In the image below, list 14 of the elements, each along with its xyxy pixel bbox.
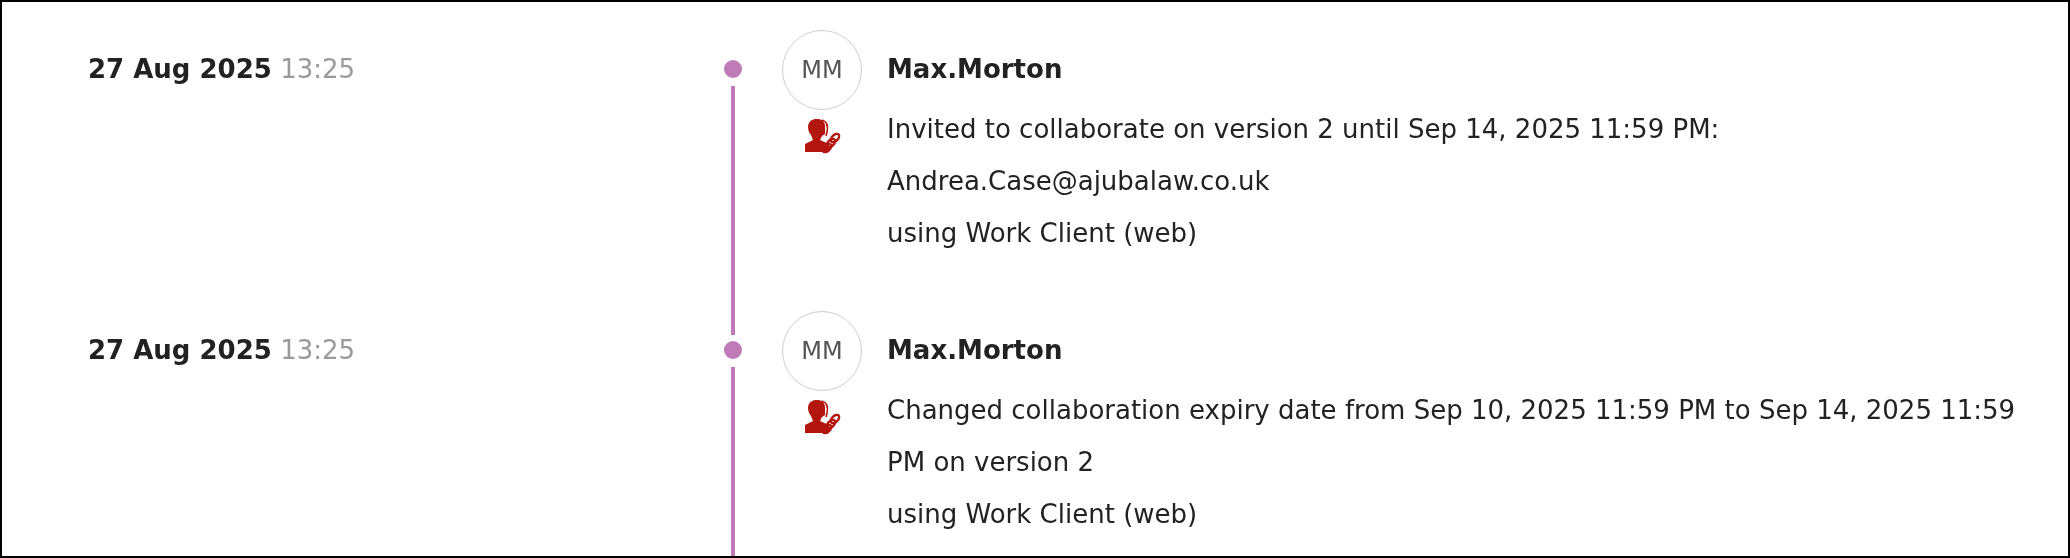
user-name: Max.Morton: [887, 334, 1064, 367]
activity-description: using Work Client (web): [887, 217, 1199, 250]
activity-description: using Work Client (web): [887, 498, 1199, 531]
timeline-dot: [724, 60, 742, 78]
activity-description: Invited to collaborate on version 2 until Sep 14, 2025 11:59 PM:: [887, 113, 1721, 146]
person-link-icon: [802, 116, 842, 156]
timeline-dot: [724, 341, 742, 359]
activity-time: 13:25: [280, 54, 356, 84]
user-name: Max.Morton: [887, 53, 1064, 86]
activity-date: 27 Aug 2025: [88, 54, 272, 84]
person-link-icon: [802, 397, 842, 437]
activity-description: Andrea.Case@ajubalaw.co.uk: [887, 165, 1271, 198]
activity-time: 13:25: [280, 335, 356, 365]
activity-date: 27 Aug 2025: [88, 335, 272, 365]
